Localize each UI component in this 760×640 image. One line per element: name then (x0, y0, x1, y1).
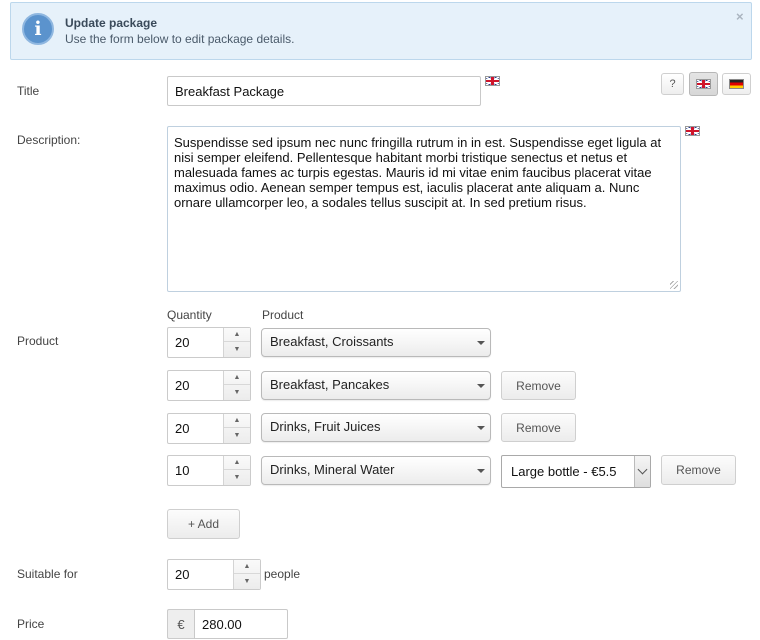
suitable-for-label: Suitable for (17, 567, 78, 581)
quantity-stepper[interactable]: 20 ▲ ▼ (167, 327, 251, 358)
quantity-value: 20 (175, 421, 190, 436)
quantity-stepper[interactable]: 20 ▲ ▼ (167, 370, 251, 401)
uk-flag-icon (485, 76, 500, 86)
increment-icon[interactable]: ▲ (224, 371, 250, 385)
product-label: Product (17, 334, 59, 348)
variant-select[interactable]: Large bottle - €5.5 (501, 455, 651, 488)
info-icon: i (22, 13, 54, 45)
increment-icon[interactable]: ▲ (224, 414, 250, 428)
currency-addon: € (167, 609, 194, 639)
remove-button[interactable]: Remove (501, 371, 576, 400)
people-value: 20 (175, 567, 190, 582)
resize-grip-icon[interactable] (670, 281, 678, 289)
price-input[interactable]: 280.00 (194, 609, 288, 639)
decrement-icon[interactable]: ▼ (234, 574, 260, 588)
product-select[interactable]: Breakfast, Croissants (261, 328, 491, 357)
description-textarea[interactable]: Suspendisse sed ipsum nec nunc fringilla… (167, 126, 681, 292)
decrement-icon[interactable]: ▼ (224, 470, 250, 484)
caret-down-icon (477, 341, 485, 345)
close-icon[interactable]: × (736, 9, 744, 24)
people-unit: people (264, 567, 301, 581)
remove-button[interactable]: Remove (501, 413, 576, 442)
increment-icon[interactable]: ▲ (224, 456, 250, 470)
quantity-value: 20 (175, 335, 190, 350)
decrement-icon[interactable]: ▼ (224, 385, 250, 399)
quantity-value: 20 (175, 378, 190, 393)
variant-select-value: Large bottle - €5.5 (511, 464, 617, 479)
quantity-stepper[interactable]: 10 ▲ ▼ (167, 455, 251, 486)
decrement-icon[interactable]: ▼ (224, 428, 250, 442)
caret-down-icon (477, 384, 485, 388)
uk-flag-icon (685, 126, 700, 136)
title-input[interactable]: Breakfast Package (167, 76, 481, 106)
add-product-button[interactable]: + Add (167, 509, 240, 539)
banner-title: Update package (65, 16, 158, 30)
product-select[interactable]: Drinks, Mineral Water (261, 456, 491, 485)
help-button[interactable]: ? (661, 73, 684, 95)
caret-down-icon (477, 469, 485, 473)
people-stepper[interactable]: 20 ▲ ▼ (167, 559, 261, 590)
quantity-stepper[interactable]: 20 ▲ ▼ (167, 413, 251, 444)
product-select-value: Drinks, Fruit Juices (270, 419, 381, 434)
decrement-icon[interactable]: ▼ (224, 342, 250, 356)
language-de-button[interactable] (722, 73, 751, 95)
language-en-button[interactable] (689, 72, 718, 96)
product-column-header: Product (262, 308, 304, 322)
product-select-value: Breakfast, Pancakes (270, 377, 390, 392)
caret-down-icon (477, 426, 485, 430)
quantity-column-header: Quantity (167, 308, 212, 322)
increment-icon[interactable]: ▲ (234, 560, 260, 574)
banner-subtitle: Use the form below to edit package detai… (65, 32, 295, 46)
germany-flag-icon (729, 79, 744, 89)
info-banner: i Update package Use the form below to e… (10, 2, 752, 60)
quantity-value: 10 (175, 463, 190, 478)
remove-button[interactable]: Remove (661, 455, 736, 485)
price-label: Price (17, 617, 45, 631)
increment-icon[interactable]: ▲ (224, 328, 250, 342)
chevron-down-icon[interactable] (634, 456, 650, 487)
title-label: Title (17, 84, 40, 98)
description-text: Suspendisse sed ipsum nec nunc fringilla… (174, 135, 662, 210)
uk-flag-icon (696, 79, 711, 89)
product-select-value: Breakfast, Croissants (270, 334, 394, 349)
product-select[interactable]: Breakfast, Pancakes (261, 371, 491, 400)
description-label: Description: (17, 133, 81, 147)
product-select[interactable]: Drinks, Fruit Juices (261, 413, 491, 442)
product-select-value: Drinks, Mineral Water (270, 462, 395, 477)
